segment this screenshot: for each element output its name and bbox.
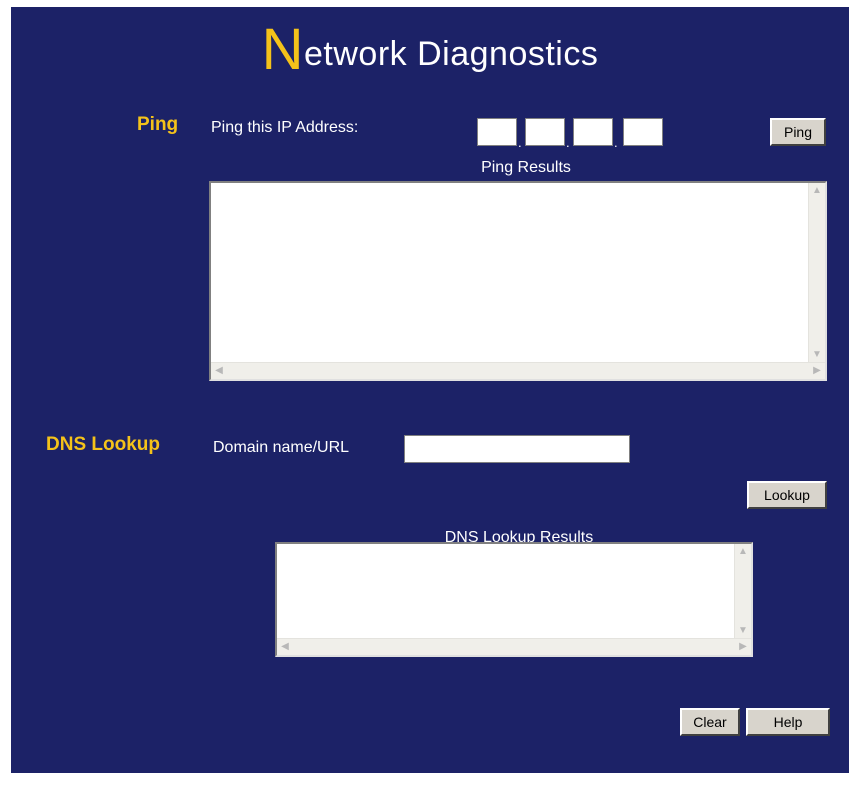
ping-results-hscroll[interactable]: ◀ ▶: [211, 362, 825, 379]
lookup-button[interactable]: Lookup: [747, 481, 827, 509]
clear-button[interactable]: Clear: [680, 708, 740, 736]
scroll-down-icon[interactable]: ▼: [809, 347, 825, 363]
ping-button[interactable]: Ping: [770, 118, 826, 146]
domain-name-label: Domain name/URL: [213, 439, 350, 456]
scroll-left-icon[interactable]: ◀: [211, 363, 227, 379]
ping-results-textarea[interactable]: ▲ ▼ ◀ ▶: [209, 181, 827, 381]
scroll-left-icon[interactable]: ◀: [277, 639, 293, 655]
dns-results-hscroll[interactable]: ◀ ▶: [277, 638, 751, 655]
title-initial: N: [261, 17, 305, 82]
help-button[interactable]: Help: [746, 708, 830, 736]
ping-ip-label: Ping this IP Address:: [211, 119, 359, 136]
ping-results-heading: Ping Results: [481, 159, 571, 176]
ping-section-label: Ping: [137, 114, 179, 135]
page-title: Network Diagnostics: [11, 21, 849, 79]
scroll-up-icon[interactable]: ▲: [735, 544, 751, 560]
diagnostics-panel: Network Diagnostics Ping Ping this IP Ad…: [11, 7, 849, 773]
ip-dot-1: .: [518, 135, 522, 150]
scroll-up-icon[interactable]: ▲: [809, 183, 825, 199]
ping-results-vscroll[interactable]: ▲ ▼: [808, 183, 825, 363]
scroll-right-icon[interactable]: ▶: [809, 363, 825, 379]
title-rest: etwork Diagnostics: [304, 35, 599, 73]
scroll-right-icon[interactable]: ▶: [735, 639, 751, 655]
domain-name-input[interactable]: [404, 435, 630, 463]
ping-ip-octet-4[interactable]: [623, 118, 663, 146]
scroll-down-icon[interactable]: ▼: [735, 623, 751, 639]
ip-dot-2: .: [566, 135, 570, 150]
ping-ip-octet-2[interactable]: [525, 118, 565, 146]
dns-results-vscroll[interactable]: ▲ ▼: [734, 544, 751, 639]
dns-results-textarea[interactable]: ▲ ▼ ◀ ▶: [275, 542, 753, 657]
ip-dot-3: .: [614, 135, 618, 150]
ping-ip-octet-3[interactable]: [573, 118, 613, 146]
ping-ip-octet-1[interactable]: [477, 118, 517, 146]
dns-section-label: DNS Lookup: [46, 434, 160, 455]
